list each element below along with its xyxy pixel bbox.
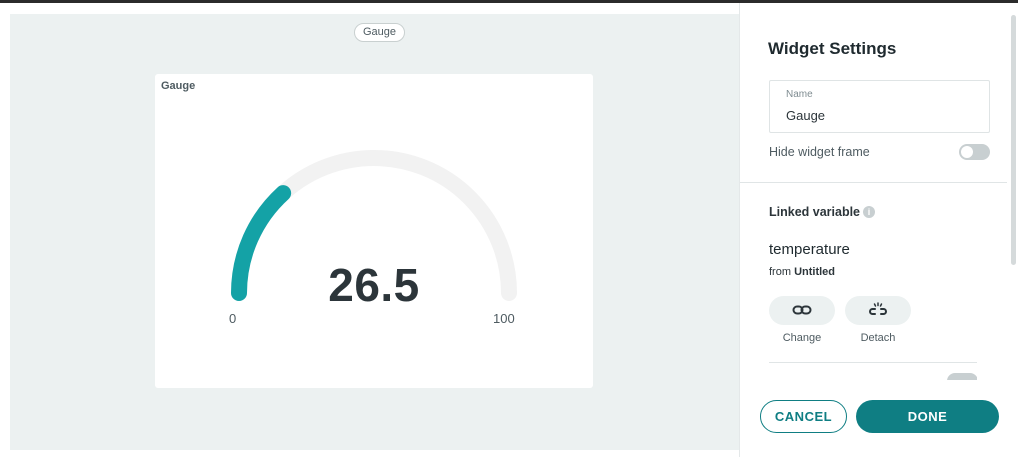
gauge-value: 26.5 bbox=[328, 259, 420, 311]
hide-frame-label: Hide widget frame bbox=[769, 145, 870, 159]
panel-title: Widget Settings bbox=[768, 39, 897, 58]
link-icon bbox=[792, 305, 812, 315]
scrollbar-thumb[interactable] bbox=[1011, 15, 1016, 265]
panel-footer: CANCEL DONE bbox=[740, 381, 1007, 457]
unlink-icon bbox=[869, 302, 887, 315]
widget-settings-panel: Widget Settings Name Gauge Hide widget f… bbox=[739, 3, 1018, 457]
info-icon[interactable]: i bbox=[863, 206, 875, 218]
section-divider bbox=[740, 182, 1007, 183]
hide-frame-toggle[interactable] bbox=[959, 144, 990, 160]
section-divider bbox=[769, 362, 977, 363]
toggle-knob bbox=[961, 146, 973, 158]
change-variable-button[interactable] bbox=[769, 296, 835, 325]
gauge-chart bbox=[231, 150, 517, 301]
linked-variable-title: Linked variable bbox=[769, 205, 861, 219]
done-button[interactable]: DONE bbox=[856, 400, 999, 433]
name-field[interactable]: Name Gauge bbox=[769, 80, 990, 133]
name-field-label: Name bbox=[786, 89, 813, 100]
panel-scrollbar[interactable] bbox=[1008, 3, 1018, 457]
linked-variable-name: temperature bbox=[769, 241, 850, 258]
gauge-min-label: 0 bbox=[229, 311, 237, 326]
dashboard-canvas: Gauge Gauge 26.5 0 100 bbox=[10, 14, 739, 450]
linked-variable-source: from Untitled bbox=[769, 266, 835, 278]
clipped-settings-row bbox=[769, 373, 977, 380]
change-button-label: Change bbox=[782, 332, 822, 344]
name-field-value[interactable]: Gauge bbox=[786, 108, 825, 123]
gauge-widget[interactable]: Gauge 26.5 0 100 bbox=[155, 74, 593, 388]
gauge-max-label: 100 bbox=[493, 311, 515, 326]
widget-type-chip[interactable]: Gauge bbox=[354, 23, 406, 42]
detach-button-label: Detach bbox=[860, 332, 896, 344]
source-thing-name: Untitled bbox=[794, 266, 836, 278]
clipped-toggle[interactable] bbox=[947, 373, 977, 380]
detach-variable-button[interactable] bbox=[845, 296, 911, 325]
cancel-button[interactable]: CANCEL bbox=[760, 400, 847, 433]
from-prefix: from bbox=[769, 266, 791, 278]
